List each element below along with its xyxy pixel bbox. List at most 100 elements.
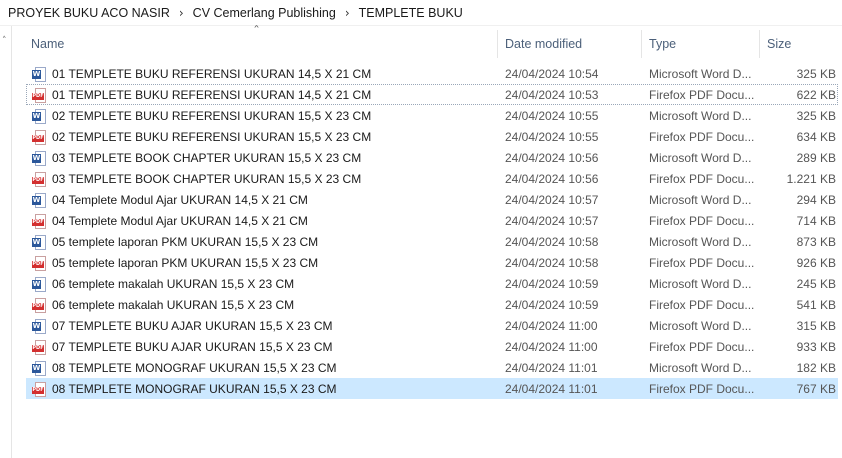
file-size: 622 KB — [796, 87, 836, 102]
file-date-modified: 24/04/2024 10:55 — [505, 108, 599, 123]
file-size: 325 KB — [796, 108, 836, 123]
pdf-doc-icon: PDF — [32, 172, 46, 187]
pdf-doc-icon: PDF — [32, 298, 46, 313]
word-doc-icon: W — [32, 151, 46, 166]
file-row[interactable]: PDF 07 TEMPLETE BUKU AJAR UKURAN 15,5 X 2… — [26, 336, 838, 357]
file-row[interactable]: PDF 08 TEMPLETE MONOGRAF UKURAN 15,5 X 23… — [26, 378, 838, 399]
file-type: Firefox PDF Docu... — [649, 87, 754, 102]
file-type: Firefox PDF Docu... — [649, 129, 754, 144]
file-row[interactable]: W 08 TEMPLETE MONOGRAF UKURAN 15,5 X 23 C… — [26, 357, 838, 378]
file-row[interactable]: PDF 03 TEMPLETE BOOK CHAPTER UKURAN 15,5 … — [26, 168, 838, 189]
column-header-date[interactable]: Date modified — [498, 30, 642, 58]
file-date-modified: 24/04/2024 10:57 — [505, 213, 599, 228]
word-doc-icon: W — [32, 235, 46, 250]
file-row[interactable]: PDF 01 TEMPLETE BUKU REFERENSI UKURAN 14,… — [26, 84, 838, 105]
column-header-date-label: Date modified — [505, 37, 583, 51]
breadcrumb-item-current[interactable]: TEMPLETE BUKU — [359, 6, 463, 20]
file-date-modified: 24/04/2024 10:56 — [505, 171, 599, 186]
word-doc-icon: W — [32, 193, 46, 208]
word-doc-icon: W — [32, 361, 46, 376]
file-row[interactable]: PDF 04 Templete Modul Ajar UKURAN 14,5 X … — [26, 210, 838, 231]
file-name: 02 TEMPLETE BUKU REFERENSI UKURAN 15,5 X… — [52, 108, 372, 123]
file-size: 634 KB — [796, 129, 836, 144]
file-size: 933 KB — [796, 339, 836, 354]
file-date-modified: 24/04/2024 10:54 — [505, 66, 599, 81]
file-row[interactable]: W 07 TEMPLETE BUKU AJAR UKURAN 15,5 X 23 … — [26, 315, 838, 336]
file-name: 01 TEMPLETE BUKU REFERENSI UKURAN 14,5 X… — [52, 66, 372, 81]
file-name: 04 Templete Modul Ajar UKURAN 14,5 X 21 … — [52, 213, 308, 228]
file-date-modified: 24/04/2024 10:59 — [505, 297, 599, 312]
file-row[interactable]: W 01 TEMPLETE BUKU REFERENSI UKURAN 14,5 … — [26, 63, 838, 84]
pdf-doc-icon: PDF — [32, 382, 46, 397]
file-size: 541 KB — [796, 297, 836, 312]
pdf-doc-icon: PDF — [32, 214, 46, 229]
word-doc-icon: W — [32, 67, 46, 82]
column-header-size[interactable]: Size — [760, 30, 842, 58]
breadcrumb-item-proyek[interactable]: PROYEK BUKU ACO NASIR — [8, 6, 170, 20]
file-size: 294 KB — [796, 192, 836, 207]
file-name: 06 templete makalah UKURAN 15,5 X 23 CM — [52, 297, 295, 312]
breadcrumb-item-publisher[interactable]: CV Cemerlang Publishing — [193, 6, 336, 20]
file-size: 289 KB — [796, 150, 836, 165]
file-row[interactable]: PDF 06 templete makalah UKURAN 15,5 X 23 … — [26, 294, 838, 315]
chevron-right-icon[interactable]: › — [345, 6, 350, 20]
file-row[interactable]: W 02 TEMPLETE BUKU REFERENSI UKURAN 15,5 … — [26, 105, 838, 126]
file-name: 01 TEMPLETE BUKU REFERENSI UKURAN 14,5 X… — [52, 87, 372, 102]
file-name: 02 TEMPLETE BUKU REFERENSI UKURAN 15,5 X… — [52, 129, 372, 144]
file-size: 315 KB — [796, 318, 836, 333]
breadcrumb: PROYEK BUKU ACO NASIR › CV Cemerlang Pub… — [0, 0, 842, 26]
file-row[interactable]: W 06 templete makalah UKURAN 15,5 X 23 CM… — [26, 273, 838, 294]
column-header-type-label: Type — [649, 37, 677, 51]
file-date-modified: 24/04/2024 11:00 — [505, 339, 598, 354]
file-type: Firefox PDF Docu... — [649, 339, 754, 354]
file-date-modified: 24/04/2024 10:59 — [505, 276, 599, 291]
file-type: Firefox PDF Docu... — [649, 381, 754, 396]
file-size: 926 KB — [796, 255, 836, 270]
file-row[interactable]: W 03 TEMPLETE BOOK CHAPTER UKURAN 15,5 X … — [26, 147, 838, 168]
pdf-doc-icon: PDF — [32, 256, 46, 271]
file-type: Microsoft Word D... — [649, 360, 752, 375]
file-name: 03 TEMPLETE BOOK CHAPTER UKURAN 15,5 X 2… — [52, 171, 362, 186]
column-header: Name ˄ Date modified Type Size — [14, 25, 842, 58]
file-name: 04 Templete Modul Ajar UKURAN 14,5 X 21 … — [52, 192, 308, 207]
chevron-right-icon[interactable]: › — [179, 6, 184, 20]
file-row[interactable]: W 04 Templete Modul Ajar UKURAN 14,5 X 21… — [26, 189, 838, 210]
file-date-modified: 24/04/2024 10:58 — [505, 255, 599, 270]
word-doc-icon: W — [32, 319, 46, 334]
file-size: 325 KB — [796, 66, 836, 81]
file-type: Firefox PDF Docu... — [649, 255, 754, 270]
file-date-modified: 24/04/2024 10:53 — [505, 87, 599, 102]
file-size: 182 KB — [796, 360, 836, 375]
sort-ascending-icon: ˄ — [253, 25, 260, 36]
file-name: 03 TEMPLETE BOOK CHAPTER UKURAN 15,5 X 2… — [52, 150, 362, 165]
chevron-up-icon[interactable]: ˄ — [2, 36, 7, 46]
file-name: 08 TEMPLETE MONOGRAF UKURAN 15,5 X 23 CM — [52, 360, 337, 375]
file-type: Microsoft Word D... — [649, 192, 752, 207]
file-date-modified: 24/04/2024 10:57 — [505, 192, 599, 207]
pdf-doc-icon: PDF — [32, 130, 46, 145]
file-row[interactable]: PDF 05 templete laporan PKM UKURAN 15,5 X… — [26, 252, 838, 273]
file-type: Microsoft Word D... — [649, 108, 752, 123]
column-header-name-label: Name — [31, 37, 65, 51]
file-date-modified: 24/04/2024 11:01 — [505, 381, 598, 396]
file-list: W 01 TEMPLETE BUKU REFERENSI UKURAN 14,5 … — [26, 63, 838, 399]
file-name: 07 TEMPLETE BUKU AJAR UKURAN 15,5 X 23 C… — [52, 339, 333, 354]
file-date-modified: 24/04/2024 10:56 — [505, 150, 599, 165]
word-doc-icon: W — [32, 277, 46, 292]
file-type: Microsoft Word D... — [649, 234, 752, 249]
navigation-pane-edge[interactable]: ˄ — [0, 26, 12, 458]
file-name: 05 templete laporan PKM UKURAN 15,5 X 23… — [52, 234, 319, 249]
column-header-type[interactable]: Type — [642, 30, 760, 58]
column-header-size-label: Size — [767, 37, 792, 51]
column-header-name[interactable]: Name ˄ — [14, 25, 498, 58]
file-date-modified: 24/04/2024 11:00 — [505, 318, 598, 333]
file-name: 06 templete makalah UKURAN 15,5 X 23 CM — [52, 276, 295, 291]
pdf-doc-icon: PDF — [32, 340, 46, 355]
file-size: 1.221 KB — [786, 171, 836, 186]
file-row[interactable]: W 05 templete laporan PKM UKURAN 15,5 X 2… — [26, 231, 838, 252]
file-type: Microsoft Word D... — [649, 150, 752, 165]
file-size: 245 KB — [796, 276, 836, 291]
file-type: Firefox PDF Docu... — [649, 171, 754, 186]
file-row[interactable]: PDF 02 TEMPLETE BUKU REFERENSI UKURAN 15,… — [26, 126, 838, 147]
word-doc-icon: W — [32, 109, 46, 124]
